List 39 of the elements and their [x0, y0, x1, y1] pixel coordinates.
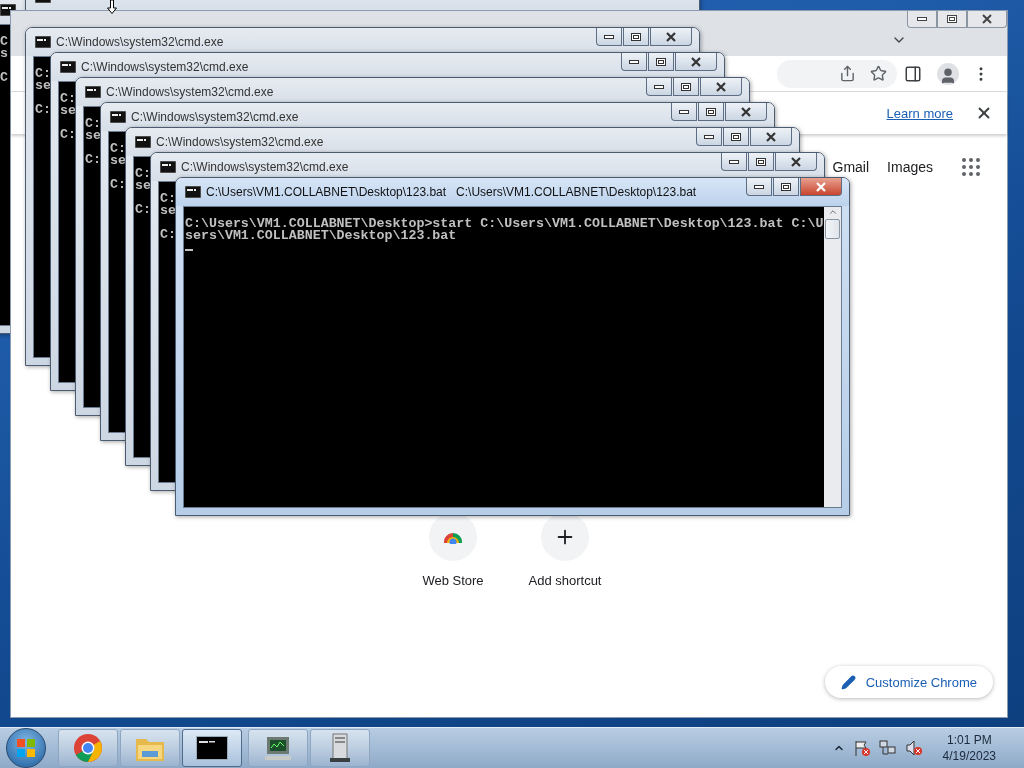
shortcut-label[interactable]: Add shortcut [528, 573, 602, 588]
header-link[interactable]: Images [885, 155, 935, 179]
window-title: C:\Windows\system32\cmd.exe [81, 60, 249, 74]
console-line: C [0, 72, 8, 84]
console-line: se [35, 80, 51, 92]
console-line: C: [110, 179, 126, 191]
window-title: C:\Windows\system32\cmd.exe [181, 160, 349, 174]
console-line: se [110, 155, 126, 167]
console-line: C: [135, 168, 151, 180]
clock-date: 4/19/2023 [942, 748, 996, 764]
clock-time: 1:01 PM [946, 732, 992, 748]
console-line: C:\Users\VM1.COLLABNET\Desktop>start C:\Users\VM1.COLLABNET\Desktop\123.bat C:\U [185, 218, 824, 230]
window-title: C:\Windows\system32\cmd.exe [56, 35, 224, 49]
console-line: C [0, 36, 8, 48]
console-line: C: [85, 118, 101, 130]
shortcut-label[interactable]: Web Store [422, 573, 484, 588]
customize-chrome-button[interactable]: Customize Chrome [824, 666, 993, 698]
console-line: se [160, 205, 176, 217]
header-link[interactable]: Gmail [830, 155, 872, 179]
learn-more-link[interactable]: Learn more [886, 105, 953, 121]
console-line: C: [135, 204, 151, 216]
window-title: C:\Users\VM1.COLLABNET\Desktop\123.bat C:\Users\VM1.COLLABNET\Desktop\123.bat [206, 185, 697, 199]
console-line: C: [35, 104, 51, 116]
console-line: C: [60, 93, 76, 105]
console-line: C: [160, 193, 176, 205]
window-title: C:\Windows\system32\cmd.exe [156, 135, 324, 149]
console-line: se [135, 180, 151, 192]
clock[interactable]: 1:01 PM 4/19/2023 [942, 732, 996, 764]
console-line: C: [85, 154, 101, 166]
console-line: C: [35, 68, 51, 80]
console-line: C: [160, 229, 176, 241]
window-title: C:\Windows\system32\cmd.exe [131, 110, 299, 124]
console-line: sers\VM1.COLLABNET\Desktop\123.bat [185, 230, 457, 242]
console-line: se [85, 130, 101, 142]
console-line: se [60, 105, 76, 117]
window-title: C:\Windows\system32\cmd.exe [106, 85, 274, 99]
console-line: s [0, 48, 8, 60]
console-line: C: [60, 129, 76, 141]
console-line: C: [110, 143, 126, 155]
